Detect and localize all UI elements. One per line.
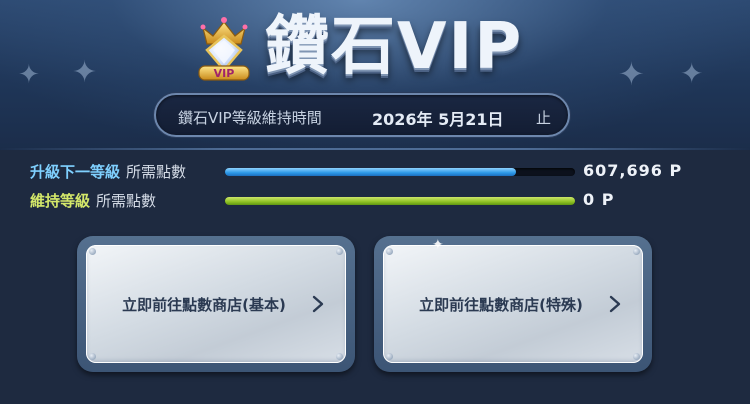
point-shop-basic-label: 立即前往點數商店(基本)	[122, 295, 286, 314]
upgrade-requirement-label: 所需點數	[126, 163, 187, 181]
point-shop-special-label: 立即前往點數商店(特殊)	[419, 295, 583, 314]
point-shop-special-button[interactable]: 立即前往點數商店(特殊)	[374, 236, 652, 372]
maintain-progress-bar	[225, 197, 575, 205]
maintenance-date: 2026年 5月21日	[372, 110, 504, 129]
sparkle-icon: ✦	[432, 237, 444, 253]
sparkle-icon: ✦	[72, 55, 98, 90]
upgrade-points-row: 升級下一等級 所需點數	[30, 161, 186, 183]
chevron-right-icon	[609, 295, 621, 313]
rivet	[336, 248, 343, 255]
upgrade-progress-fill	[225, 168, 516, 176]
maintenance-suffix: 止	[536, 109, 552, 127]
vip-header-banner: ✦ ✦ ✦ ✦ VIP 鑽石VIP 鑽石VIP等級維持時間 2026年 5月21…	[0, 0, 750, 150]
svg-text:VIP: VIP	[214, 67, 235, 80]
upgrade-label: 升級下一等級	[30, 163, 121, 181]
upgrade-progress-bar	[225, 168, 575, 176]
upgrade-points-value: 607,696 P	[583, 161, 683, 180]
sparkle-icon: ✦	[680, 57, 704, 90]
rivet	[336, 353, 343, 360]
point-shop-basic-button[interactable]: 立即前往點數商店(基本)	[77, 236, 355, 372]
vip-maintenance-period: 鑽石VIP等級維持時間 2026年 5月21日 止	[154, 93, 570, 137]
sparkle-icon: ✦	[18, 60, 40, 90]
rivet	[633, 248, 640, 255]
maintain-points-value: 0 P	[583, 190, 615, 209]
maintain-points-row: 維持等級 所需點數	[30, 190, 156, 212]
maintenance-label: 鑽石VIP等級維持時間	[178, 109, 322, 127]
rivet	[633, 353, 640, 360]
maintain-label: 維持等級	[30, 192, 91, 210]
vip-diamond-badge-icon: VIP	[198, 17, 250, 81]
maintain-progress-fill	[225, 197, 575, 205]
sparkle-icon: ✦	[618, 55, 645, 93]
chevron-right-icon	[312, 295, 324, 313]
maintain-requirement-label: 所需點數	[96, 192, 157, 210]
page-title: 鑽石VIP	[265, 10, 524, 84]
